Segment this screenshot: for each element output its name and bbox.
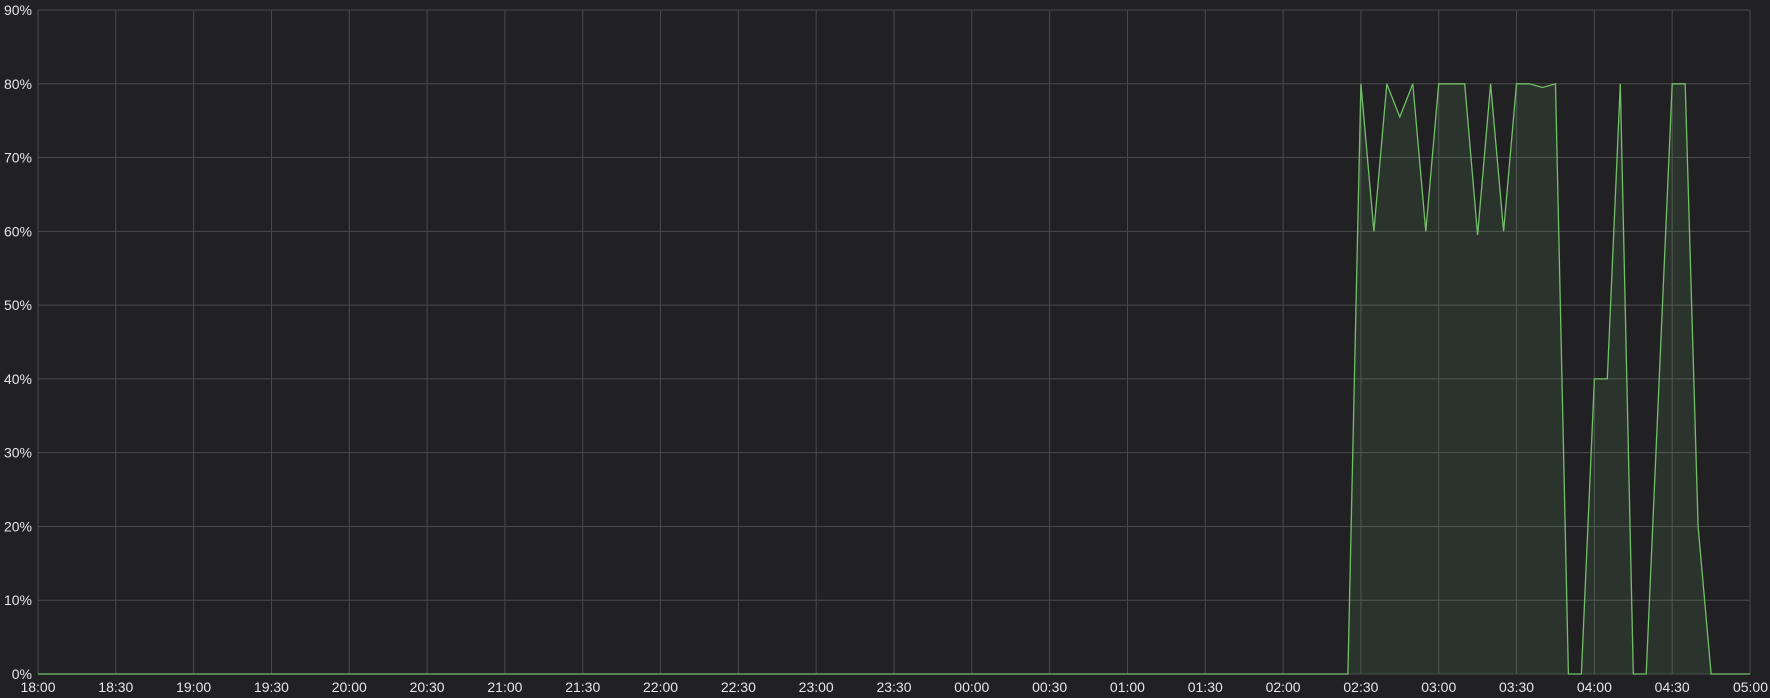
- x-tick-label: 00:00: [954, 679, 989, 695]
- x-tick-label: 04:30: [1655, 679, 1690, 695]
- x-tick-label: 05:00: [1733, 679, 1768, 695]
- x-tick-label: 18:00: [20, 679, 55, 695]
- x-tick-label: 20:00: [332, 679, 367, 695]
- y-tick-label: 80%: [4, 76, 32, 92]
- x-tick-label: 00:30: [1032, 679, 1067, 695]
- x-tick-label: 04:00: [1577, 679, 1612, 695]
- x-tick-label: 19:00: [176, 679, 211, 695]
- x-tick-label: 22:30: [721, 679, 756, 695]
- y-tick-label: 50%: [4, 297, 32, 313]
- x-tick-label: 19:30: [254, 679, 289, 695]
- y-tick-label: 40%: [4, 371, 32, 387]
- x-tick-label: 03:00: [1421, 679, 1456, 695]
- x-tick-label: 23:00: [799, 679, 834, 695]
- x-tick-label: 20:30: [410, 679, 445, 695]
- x-tick-label: 18:30: [98, 679, 133, 695]
- x-tick-label: 22:00: [643, 679, 678, 695]
- x-tick-label: 02:30: [1343, 679, 1378, 695]
- y-tick-label: 10%: [4, 592, 32, 608]
- x-tick-label: 21:00: [487, 679, 522, 695]
- x-tick-label: 23:30: [876, 679, 911, 695]
- y-tick-label: 30%: [4, 445, 32, 461]
- y-tick-label: 60%: [4, 223, 32, 239]
- x-tick-label: 01:00: [1110, 679, 1145, 695]
- x-tick-label: 02:00: [1266, 679, 1301, 695]
- x-tick-label: 03:30: [1499, 679, 1534, 695]
- y-tick-label: 90%: [4, 2, 32, 18]
- y-tick-label: 20%: [4, 518, 32, 534]
- usage-area-chart: 0%10%20%30%40%50%60%70%80%90%18:00 18:30 1…: [0, 0, 1770, 698]
- x-tick-label: 01:30: [1188, 679, 1223, 695]
- x-tick-label: 21:30: [565, 679, 600, 695]
- y-tick-label: 70%: [4, 150, 32, 166]
